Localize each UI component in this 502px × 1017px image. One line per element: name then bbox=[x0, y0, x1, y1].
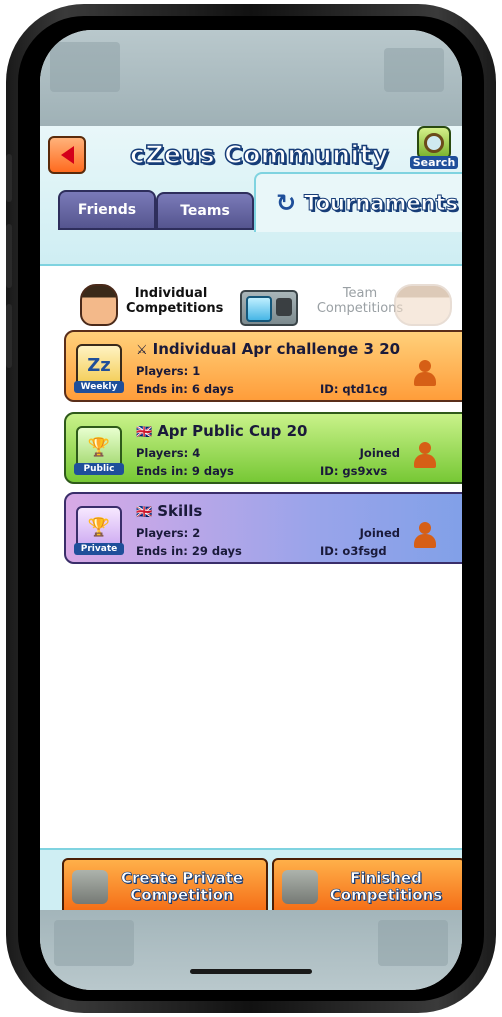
back-button[interactable] bbox=[48, 136, 86, 174]
card-players: Players: 4 bbox=[136, 446, 201, 460]
tab-friends[interactable]: Friends bbox=[58, 190, 156, 230]
individual-competitions-label[interactable]: Individual Competitions bbox=[126, 286, 223, 316]
bottom-action-bar: Create Private Competition Finished Comp… bbox=[40, 848, 462, 916]
person-icon bbox=[414, 522, 436, 550]
volume-down-button bbox=[6, 224, 12, 288]
card-badge: Private bbox=[74, 543, 124, 555]
card-id: ID: o3fsgd bbox=[320, 544, 387, 558]
tab-tournaments[interactable]: ↻ Tournaments bbox=[254, 172, 462, 232]
card-title: 🇬🇧 Apr Public Cup 20 bbox=[136, 422, 308, 440]
person-icon bbox=[414, 442, 436, 470]
tab-tournaments-label: Tournaments bbox=[304, 191, 459, 216]
page-title: cZeus Community bbox=[129, 139, 389, 170]
team-avatars-icon bbox=[394, 284, 452, 326]
search-icon bbox=[417, 126, 451, 160]
create-private-competition-button[interactable]: Create Private Competition bbox=[62, 858, 268, 916]
tab-teams[interactable]: Teams bbox=[156, 192, 254, 230]
card-title: 🇬🇧 Skills bbox=[136, 502, 203, 520]
switch-knob bbox=[246, 296, 272, 322]
stone-header-decoration bbox=[40, 30, 462, 126]
card-ends: Ends in: 6 days bbox=[136, 382, 234, 396]
refresh-icon: ↻ bbox=[275, 189, 297, 217]
card-badge: Public bbox=[74, 463, 124, 475]
card-ends: Ends in: 29 days bbox=[136, 544, 242, 558]
competition-card[interactable]: Zz Weekly ⚔ Individual Apr challenge 3 20… bbox=[64, 330, 462, 402]
swords-icon: ⚔ bbox=[136, 343, 148, 358]
card-joined: Joined bbox=[359, 526, 400, 540]
back-arrow-icon bbox=[60, 146, 74, 164]
switch-track bbox=[276, 298, 292, 316]
trophy-icon: 🏆 Public bbox=[74, 426, 124, 475]
card-id: ID: qtd1cg bbox=[320, 382, 388, 396]
volume-up-button bbox=[6, 154, 12, 202]
individual-avatar-icon bbox=[80, 284, 118, 326]
uk-flag-icon: 🇬🇧 bbox=[136, 425, 153, 440]
trophy-icon: 🏆 Private bbox=[74, 506, 124, 555]
competition-card[interactable]: 🏆 Private 🇬🇧 Skills Players: 2 Ends in: 2… bbox=[64, 492, 462, 564]
competition-type-toggle: Individual Competitions Team Competition… bbox=[40, 280, 462, 330]
card-players: Players: 1 bbox=[136, 364, 201, 378]
checkered-flag-icon bbox=[282, 870, 318, 904]
trophy-wrench-icon bbox=[72, 870, 108, 904]
app-screen: cZeus Community Search Friends Teams ↻ T… bbox=[40, 30, 462, 990]
silent-switch bbox=[6, 304, 12, 368]
person-icon bbox=[414, 360, 436, 388]
stone-footer-decoration bbox=[40, 910, 462, 990]
finished-competitions-button[interactable]: Finished Competitions bbox=[272, 858, 462, 916]
card-title: ⚔ Individual Apr challenge 3 20 bbox=[136, 340, 401, 358]
card-badge: Weekly bbox=[74, 381, 124, 393]
card-ends: Ends in: 9 days bbox=[136, 464, 234, 478]
home-indicator[interactable] bbox=[190, 969, 312, 974]
zz-icon: Zz Weekly bbox=[74, 344, 124, 393]
competition-card[interactable]: 🏆 Public 🇬🇧 Apr Public Cup 20 Players: 4 … bbox=[64, 412, 462, 484]
card-players: Players: 2 bbox=[136, 526, 201, 540]
card-id: ID: gs9xvs bbox=[320, 464, 388, 478]
competition-type-switch[interactable] bbox=[240, 290, 298, 326]
uk-flag-icon: 🇬🇧 bbox=[136, 505, 153, 520]
search-label: Search bbox=[409, 156, 459, 169]
card-joined: Joined bbox=[359, 446, 400, 460]
